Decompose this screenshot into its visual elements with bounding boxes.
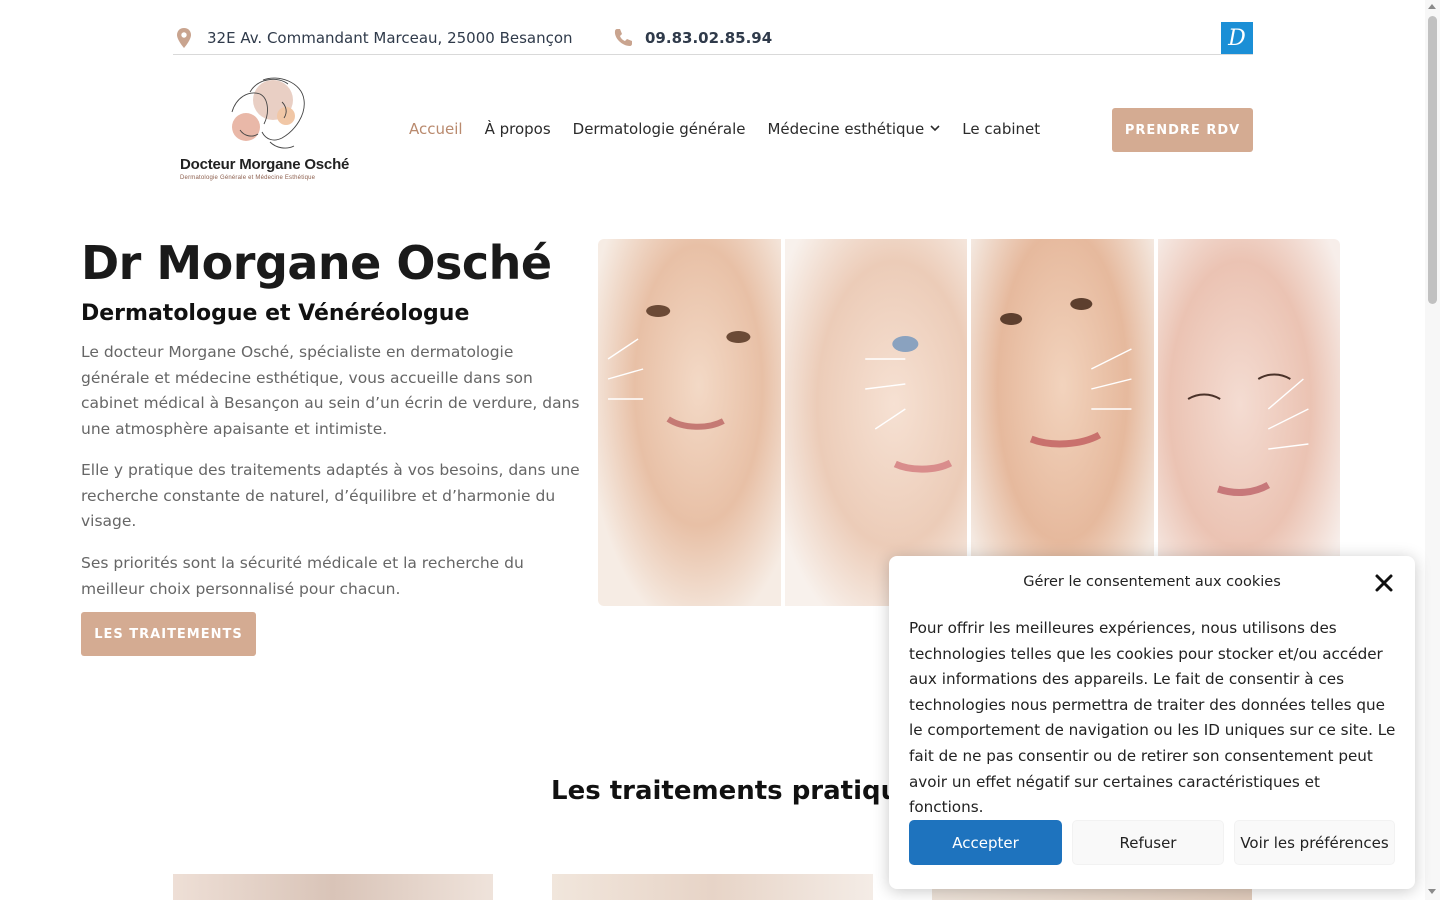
- face-photo: [971, 239, 1154, 606]
- treatment-card[interactable]: [552, 874, 873, 900]
- treatment-card[interactable]: [173, 874, 493, 900]
- page-subtitle: Dermatologue et Vénéréologue: [81, 301, 470, 326]
- face-photo: [598, 239, 781, 606]
- phone-text: 09.83.02.85.94: [645, 29, 773, 47]
- nav-label: À propos: [484, 120, 551, 138]
- nav-label: Accueil: [409, 120, 463, 138]
- scrollbar[interactable]: [1425, 0, 1440, 900]
- book-appointment-button[interactable]: PRENDRE RDV: [1112, 108, 1253, 152]
- doctolib-icon[interactable]: D: [1221, 22, 1253, 54]
- scrollbar-thumb[interactable]: [1428, 16, 1437, 304]
- chevron-down-icon: [930, 124, 940, 135]
- intro-paragraph: Ses priorités sont la sécurité médicale …: [81, 554, 524, 598]
- main-nav: Accueil À propos Dermatologie générale M…: [409, 120, 1062, 138]
- nav-item-dermatologie-generale[interactable]: Dermatologie générale: [573, 120, 746, 138]
- nav-item-a-propos[interactable]: À propos: [485, 120, 551, 138]
- cookie-preferences-button[interactable]: Voir les préférences: [1234, 820, 1395, 865]
- treatments-button[interactable]: LES TRAITEMENTS: [81, 612, 256, 656]
- intro-paragraph: Elle y pratique des traitements adaptés …: [81, 461, 580, 531]
- face-photo: [1157, 239, 1340, 606]
- logo-name: Docteur Morgane Osché: [180, 156, 350, 173]
- cookie-consent-dialog: Gérer le consentement aux cookies Pour o…: [889, 556, 1415, 889]
- phone-link[interactable]: 09.83.02.85.94: [613, 27, 772, 49]
- close-icon[interactable]: [1373, 572, 1395, 594]
- scroll-down-icon[interactable]: [1428, 889, 1436, 894]
- scroll-up-icon[interactable]: [1428, 4, 1436, 9]
- location-pin-icon: [175, 27, 195, 49]
- cookie-dialog-text: Pour offrir les meilleures expériences, …: [909, 619, 1396, 817]
- logo-tagline: Dermatologie Générale et Médecine Esthét…: [180, 175, 316, 181]
- intro-paragraph: Le docteur Morgane Osché, spécialiste en…: [81, 343, 580, 439]
- nav-item-le-cabinet[interactable]: Le cabinet: [962, 120, 1040, 138]
- site-logo[interactable]: Docteur Morgane Osché Dermatologie Génér…: [178, 72, 360, 188]
- refuse-cookies-button[interactable]: Refuser: [1072, 820, 1224, 865]
- nav-item-medecine-esthetique[interactable]: Médecine esthétique: [767, 120, 940, 138]
- face-illustration: [231, 77, 305, 149]
- doctolib-letter: D: [1228, 25, 1246, 51]
- phone-icon: [613, 27, 633, 49]
- nav-label: Le cabinet: [962, 120, 1041, 138]
- section-title: Les traitements pratiqués: [551, 776, 933, 806]
- nav-label: Dermatologie générale: [572, 120, 746, 138]
- page-title: Dr Morgane Osché: [81, 236, 552, 290]
- hero-image: [598, 239, 1340, 606]
- nav-label: Médecine esthétique: [767, 120, 925, 138]
- face-photo: [784, 239, 967, 606]
- top-bar: 32E Av. Commandant Marceau, 25000 Besanç…: [173, 20, 1253, 55]
- cookie-dialog-title: Gérer le consentement aux cookies: [1023, 574, 1281, 590]
- address-text: 32E Av. Commandant Marceau, 25000 Besanç…: [207, 29, 573, 47]
- nav-item-accueil[interactable]: Accueil: [409, 120, 463, 138]
- page: 32E Av. Commandant Marceau, 25000 Besanç…: [0, 0, 1440, 900]
- address-link[interactable]: 32E Av. Commandant Marceau, 25000 Besanç…: [175, 27, 573, 49]
- accept-cookies-button[interactable]: Accepter: [909, 820, 1062, 865]
